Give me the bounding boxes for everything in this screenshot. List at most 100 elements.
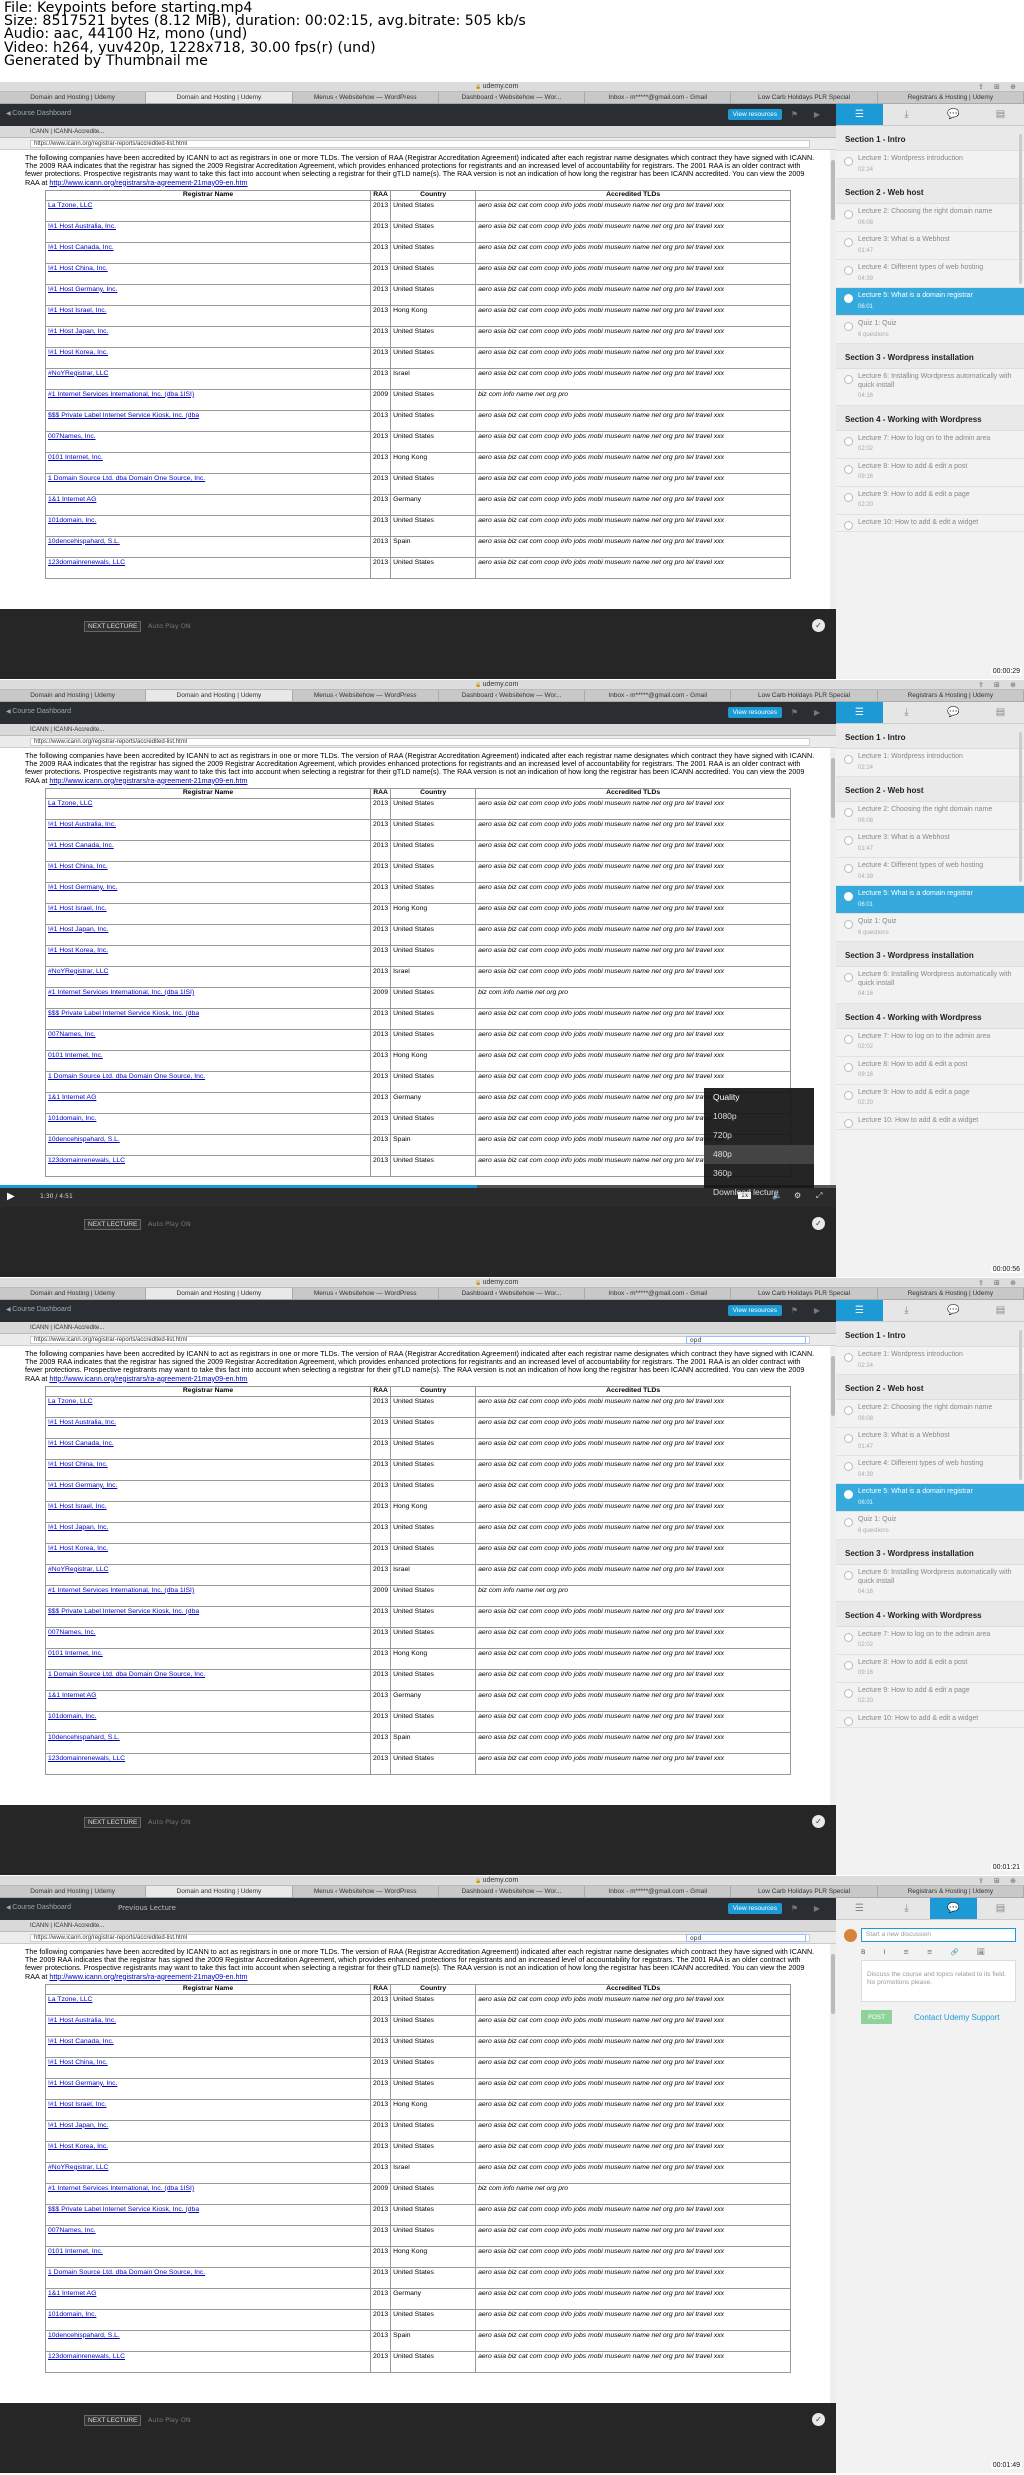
next-lecture-button[interactable]: NEXT LECTURE (84, 1219, 142, 1230)
sidebar-scrollbar[interactable] (1019, 134, 1022, 284)
video-area[interactable]: ICANN | ICANN-Accredite... https://www.i… (0, 1322, 836, 1805)
curriculum-lecture[interactable]: Lecture 4: Different types of web hostin… (836, 260, 1024, 288)
discussion-input[interactable]: Start a new discussion (861, 1928, 1016, 1942)
course-dashboard-link[interactable]: Course Dashboard (6, 1904, 71, 1911)
curriculum-lecture[interactable]: Lecture 8: How to add & edit a post 09:16 (836, 459, 1024, 487)
browser-tab[interactable]: Registrars & Hosting | Udemy (878, 690, 1024, 701)
browser-tab[interactable]: Low Carb Holidays PLR Special (731, 1288, 878, 1299)
video-area[interactable]: ICANN | ICANN-Accredite... https://www.i… (0, 1920, 836, 2403)
browser-tab[interactable]: Inbox - m*****@gmail.com - Gmail (585, 92, 732, 103)
fullscreen-icon[interactable]: ⤢ (816, 1191, 822, 1201)
video-area[interactable]: ICANN | ICANN-Accredite... https://www.i… (0, 126, 836, 609)
mac-url[interactable]: udemy.com (475, 1278, 519, 1288)
expand-icon[interactable]: ▶ (814, 708, 820, 717)
browser-tab[interactable]: Inbox - m*****@gmail.com - Gmail (585, 690, 732, 701)
view-resources-button[interactable]: View resources (727, 1903, 782, 1914)
complete-check-icon[interactable]: ✓ (812, 619, 825, 632)
contact-support-link[interactable]: Contact Udemy Support (914, 2013, 999, 2022)
browser-tab[interactable]: Domain and Hosting | Udemy (0, 690, 147, 701)
browser-tab[interactable]: Low Carb Holidays PLR Special (731, 1886, 878, 1897)
curriculum-lecture[interactable]: Lecture 1: Wordpress introduction 02:24 (836, 749, 1024, 777)
notes-icon[interactable]: ▤ (977, 1898, 1024, 1919)
curriculum-list-icon[interactable]: ☰ (836, 702, 883, 723)
curriculum-lecture[interactable]: Lecture 7: How to log on to the admin ar… (836, 1627, 1024, 1655)
curriculum-lecture[interactable]: Lecture 10: How to add & edit a widget (836, 1113, 1024, 1130)
view-resources-button[interactable]: View resources (727, 109, 782, 120)
browser-tab[interactable]: Menus ‹ Websitehow — WordPress (293, 690, 439, 701)
curriculum-list-icon[interactable]: ☰ (836, 1898, 883, 1919)
share-icon[interactable]: ⇪ ⊞ ⊕ (978, 1279, 1020, 1287)
notes-icon[interactable]: ▤ (977, 1300, 1024, 1321)
autoplay-toggle[interactable]: Auto Play ON (148, 622, 191, 630)
sidebar-scrollbar[interactable] (1019, 1330, 1022, 1480)
curriculum-lecture[interactable]: Lecture 7: How to log on to the admin ar… (836, 431, 1024, 459)
curriculum-lecture[interactable]: Quiz 1: Quiz 6 questions (836, 1512, 1024, 1540)
browser-tab[interactable]: Registrars & Hosting | Udemy (878, 92, 1024, 103)
notes-icon[interactable]: ▤ (977, 104, 1024, 125)
download-icon[interactable]: ⤓ (883, 104, 930, 125)
browser-tab[interactable]: Registrars & Hosting | Udemy (878, 1288, 1024, 1299)
quality-option[interactable]: 720p (704, 1126, 814, 1145)
curriculum-lecture[interactable]: Lecture 8: How to add & edit a post 09:16 (836, 1655, 1024, 1683)
browser-tab[interactable]: Menus ‹ Websitehow — WordPress (293, 1288, 439, 1299)
curriculum-lecture[interactable]: Lecture 2: Choosing the right domain nam… (836, 802, 1024, 830)
flag-icon[interactable]: ⚑ (791, 1904, 798, 1913)
curriculum-lecture[interactable]: Lecture 5: What is a domain registrar 06:… (836, 1484, 1024, 1512)
curriculum-lecture[interactable]: Lecture 2: Choosing the right domain nam… (836, 204, 1024, 232)
autoplay-toggle[interactable]: Auto Play ON (148, 2416, 191, 2424)
curriculum-lecture[interactable]: Lecture 9: How to add & edit a page 02:20 (836, 1683, 1024, 1711)
curriculum-lecture[interactable]: Lecture 6: Installing Wordpress automati… (836, 1565, 1024, 1602)
browser-tab[interactable]: Dashboard ‹ Websitehow — Wor... (439, 92, 586, 103)
curriculum-lecture[interactable]: Lecture 5: What is a domain registrar 06:… (836, 886, 1024, 914)
flag-icon[interactable]: ⚑ (791, 110, 798, 119)
browser-tab[interactable]: Registrars & Hosting | Udemy (878, 1886, 1024, 1897)
course-dashboard-link[interactable]: Course Dashboard (6, 708, 71, 715)
browser-tab[interactable]: Menus ‹ Websitehow — WordPress (293, 92, 439, 103)
quality-option[interactable]: 1080p (704, 1107, 814, 1126)
curriculum-lecture[interactable]: Lecture 3: What is a Webhost 01:47 (836, 1428, 1024, 1456)
curriculum-lecture[interactable]: Quiz 1: Quiz 6 questions (836, 914, 1024, 942)
quality-option[interactable]: 480p (704, 1145, 814, 1164)
quality-option[interactable]: 360p (704, 1164, 814, 1183)
curriculum-lecture[interactable]: Lecture 5: What is a domain registrar 06:… (836, 288, 1024, 316)
curriculum-lecture[interactable]: Lecture 10: How to add & edit a widget (836, 515, 1024, 532)
curriculum-lecture[interactable]: Lecture 2: Choosing the right domain nam… (836, 1400, 1024, 1428)
expand-icon[interactable]: ▶ (814, 1904, 820, 1913)
curriculum-list-icon[interactable]: ☰ (836, 1300, 883, 1321)
curriculum-lecture[interactable]: Lecture 10: How to add & edit a widget (836, 1711, 1024, 1728)
browser-tab[interactable]: Dashboard ‹ Websitehow — Wor... (439, 690, 586, 701)
browser-tab[interactable]: Low Carb Holidays PLR Special (731, 92, 878, 103)
quality-option[interactable]: Download lecture (704, 1183, 814, 1202)
curriculum-lecture[interactable]: Lecture 9: How to add & edit a page 02:20 (836, 487, 1024, 515)
curriculum-lecture[interactable]: Lecture 3: What is a Webhost 01:47 (836, 232, 1024, 260)
curriculum-lecture[interactable]: Lecture 4: Different types of web hostin… (836, 858, 1024, 886)
curriculum-lecture[interactable]: Lecture 1: Wordpress introduction 02:24 (836, 1347, 1024, 1375)
discussion-icon[interactable]: 💬 (930, 104, 977, 125)
notes-icon[interactable]: ▤ (977, 702, 1024, 723)
share-icon[interactable]: ⇪ ⊞ ⊕ (978, 681, 1020, 689)
browser-tab[interactable]: Domain and Hosting | Udemy (0, 92, 147, 103)
curriculum-lecture[interactable]: Quiz 1: Quiz 6 questions (836, 316, 1024, 344)
curriculum-lecture[interactable]: Lecture 6: Installing Wordpress automati… (836, 967, 1024, 1004)
curriculum-lecture[interactable]: Lecture 3: What is a Webhost 01:47 (836, 830, 1024, 858)
browser-tab[interactable]: Domain and Hosting | Udemy (146, 1886, 293, 1897)
download-icon[interactable]: ⤓ (883, 702, 930, 723)
browser-tab[interactable]: Domain and Hosting | Udemy (0, 1886, 147, 1897)
editor-toolbar[interactable]: B I ≡ ≡ 🔗 🖼 (861, 1948, 1016, 1956)
browser-tab[interactable]: Low Carb Holidays PLR Special (731, 690, 878, 701)
curriculum-lecture[interactable]: Lecture 8: How to add & edit a post 09:16 (836, 1057, 1024, 1085)
browser-tab[interactable]: Dashboard ‹ Websitehow — Wor... (439, 1886, 586, 1897)
complete-check-icon[interactable]: ✓ (812, 1815, 825, 1828)
course-dashboard-link[interactable]: Course Dashboard (6, 110, 71, 117)
view-resources-button[interactable]: View resources (727, 1305, 782, 1316)
previous-lecture-link[interactable]: Previous Lecture (118, 1904, 176, 1912)
post-button[interactable]: POST (861, 2010, 893, 2024)
download-icon[interactable]: ⤓ (883, 1300, 930, 1321)
download-icon[interactable]: ⤓ (883, 1898, 930, 1919)
curriculum-lecture[interactable]: Lecture 1: Wordpress introduction 02:24 (836, 151, 1024, 179)
browser-tab[interactable]: Domain and Hosting | Udemy (146, 1288, 293, 1299)
discussion-textarea[interactable]: Discuss the course and topics related to… (861, 1960, 1016, 2002)
browser-tab[interactable]: Domain and Hosting | Udemy (146, 92, 293, 103)
browser-tab[interactable]: Inbox - m*****@gmail.com - Gmail (585, 1288, 732, 1299)
sidebar-scrollbar[interactable] (1019, 732, 1022, 882)
